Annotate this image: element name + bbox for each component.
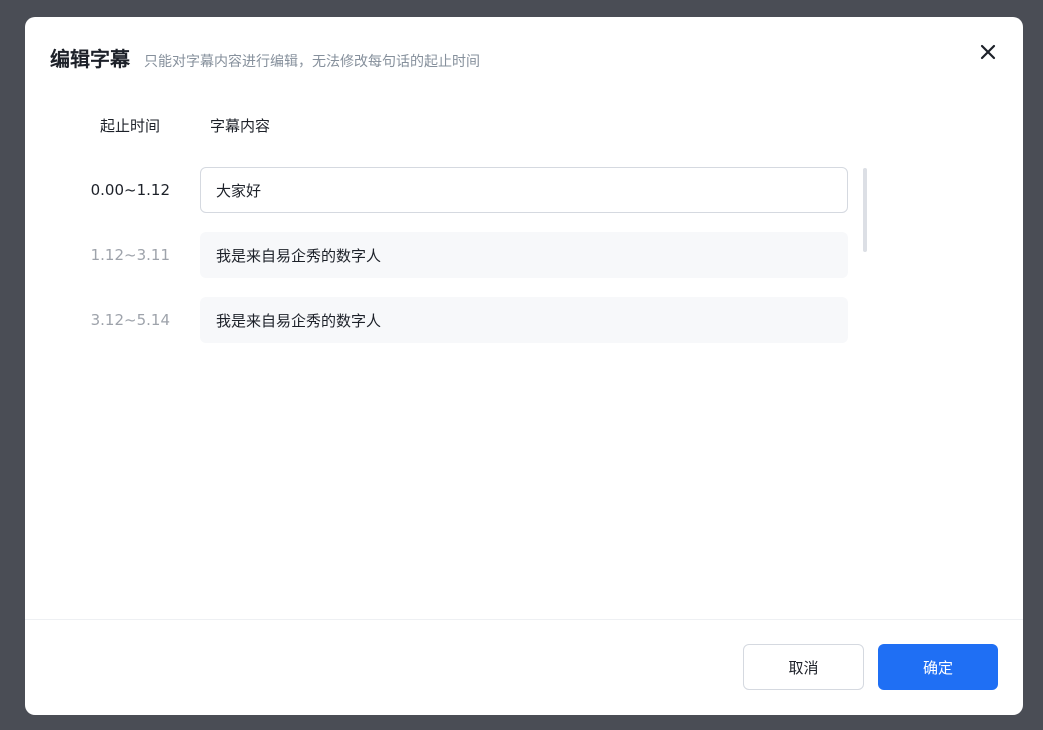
dialog-title: 编辑字幕 [50,47,130,71]
subtitle-row: 0.00~1.12 [25,167,1023,213]
column-header-content: 字幕内容 [210,117,271,135]
close-button[interactable] [977,41,999,63]
subtitle-content-input[interactable] [200,232,848,278]
cancel-button[interactable]: 取消 [743,644,864,690]
subtitle-content-input[interactable] [200,167,848,213]
subtitle-row: 1.12~3.11 [25,232,1023,278]
dialog-subtitle: 只能对字幕内容进行编辑，无法修改每句话的起止时间 [144,54,480,70]
row-time-range: 0.00~1.12 [90,181,170,199]
scrollbar-thumb[interactable] [863,168,867,252]
confirm-button[interactable]: 确定 [878,644,998,690]
subtitle-content-input[interactable] [200,297,848,343]
row-time-range: 3.12~5.14 [90,311,170,329]
column-header-time: 起止时间 [100,117,161,135]
footer-divider [25,619,1023,620]
row-time-range: 1.12~3.11 [90,246,170,264]
dialog-header: 编辑字幕 只能对字幕内容进行编辑，无法修改每句话的起止时间 [50,43,480,73]
close-icon [980,44,996,60]
subtitle-row: 3.12~5.14 [25,297,1023,343]
edit-subtitles-dialog: 编辑字幕 只能对字幕内容进行编辑，无法修改每句话的起止时间 起止时间 字幕内容 … [25,17,1023,715]
